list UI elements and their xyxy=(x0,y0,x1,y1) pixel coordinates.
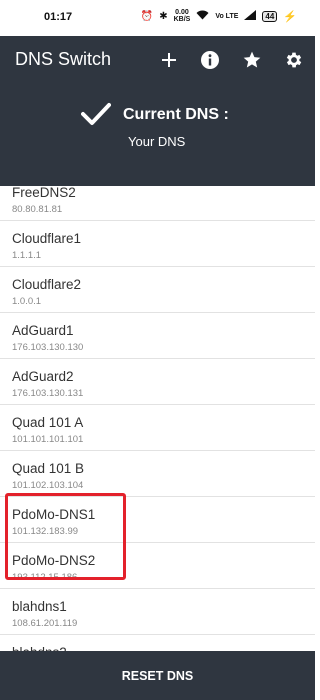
info-icon xyxy=(201,51,219,69)
dns-name: AdGuard2 xyxy=(12,369,74,384)
dns-list-item[interactable]: PdoMo-DNS1 101.132.183.99 xyxy=(0,497,315,543)
dns-name: PdoMo-DNS1 xyxy=(12,507,96,522)
dns-ip: 1.0.0.1 xyxy=(12,296,42,307)
status-icons: ⏰ ✱ 0.00 KB/S Vo LTE 44 ⚡ xyxy=(141,9,297,23)
volte-label: Vo LTE xyxy=(215,12,239,20)
bluetooth-icon: ✱ xyxy=(159,10,168,22)
dns-list-item[interactable]: Cloudflare1 1.1.1.1 xyxy=(0,221,315,267)
alarm-icon: ⏰ xyxy=(140,10,154,22)
info-button[interactable] xyxy=(197,47,223,73)
star-icon xyxy=(243,51,261,68)
add-button[interactable] xyxy=(156,47,182,73)
dns-ip: 108.61.201.119 xyxy=(12,618,78,629)
dns-ip: 101.101.101.101 xyxy=(12,434,84,445)
dns-list-item[interactable]: Cloudflare2 1.0.0.1 xyxy=(0,267,315,313)
dns-list-item[interactable]: Quad 101 B 101.102.103.104 xyxy=(0,451,315,497)
app-header: DNS Switch Current DNS : Your DNS xyxy=(0,36,315,186)
status-bar: 01:17 ⏰ ✱ 0.00 KB/S Vo LTE 44 ⚡ xyxy=(0,0,315,36)
current-dns-label: Current DNS : xyxy=(123,106,229,123)
dns-name: PdoMo-DNS2 xyxy=(12,553,96,568)
dns-ip: 193.112.15.186 xyxy=(12,572,78,583)
favorites-button[interactable] xyxy=(239,47,265,73)
status-time: 01:17 xyxy=(44,11,73,23)
dns-ip: 101.132.183.99 xyxy=(12,526,79,537)
current-dns-value: Your DNS xyxy=(128,134,186,149)
reset-dns-button[interactable]: RESET DNS xyxy=(0,651,315,700)
dns-list[interactable]: FreeDNS2 80.80.81.81 Cloudflare1 1.1.1.1 Clo… xyxy=(0,186,315,651)
dns-list-item[interactable]: blahdns2 xyxy=(0,635,315,651)
dns-ip: 80.80.81.81 xyxy=(12,204,63,215)
dns-list-item[interactable]: AdGuard1 176.103.130.130 xyxy=(0,313,315,359)
dns-list-item[interactable]: AdGuard2 176.103.130.131 xyxy=(0,359,315,405)
settings-button[interactable] xyxy=(281,47,307,73)
app-title: DNS Switch xyxy=(15,49,112,69)
dns-ip: 101.102.103.104 xyxy=(12,480,84,491)
dns-name: Quad 101 A xyxy=(12,415,84,430)
wifi-icon xyxy=(196,10,209,23)
net-speed-value: 0.00 xyxy=(175,9,189,16)
dns-list-item[interactable]: blahdns1 108.61.201.119 xyxy=(0,589,315,635)
dns-list-item[interactable]: Quad 101 A 101.101.101.101 xyxy=(0,405,315,451)
dns-name: Cloudflare1 xyxy=(12,231,82,246)
net-speed: 0.00 KB/S xyxy=(174,9,191,23)
dns-ip: 176.103.130.130 xyxy=(12,342,84,353)
dns-name: Quad 101 B xyxy=(12,461,85,476)
dns-name: FreeDNS2 xyxy=(12,186,76,200)
dns-list-item[interactable]: FreeDNS2 80.80.81.81 xyxy=(0,186,315,221)
checkmark-icon xyxy=(81,103,111,125)
dns-name: blahdns1 xyxy=(12,599,67,614)
net-speed-unit: KB/S xyxy=(173,16,191,23)
charging-icon: ⚡ xyxy=(283,10,297,23)
dns-name: AdGuard1 xyxy=(12,323,74,338)
signal-icon xyxy=(244,9,257,23)
dns-ip: 176.103.130.131 xyxy=(12,388,84,399)
dns-name: Cloudflare2 xyxy=(12,277,82,292)
battery-icon: 44 xyxy=(262,10,278,22)
dns-ip: 1.1.1.1 xyxy=(12,250,42,261)
gear-icon xyxy=(286,52,302,68)
plus-icon xyxy=(162,53,176,67)
dns-list-item[interactable]: PdoMo-DNS2 193.112.15.186 xyxy=(0,543,315,589)
